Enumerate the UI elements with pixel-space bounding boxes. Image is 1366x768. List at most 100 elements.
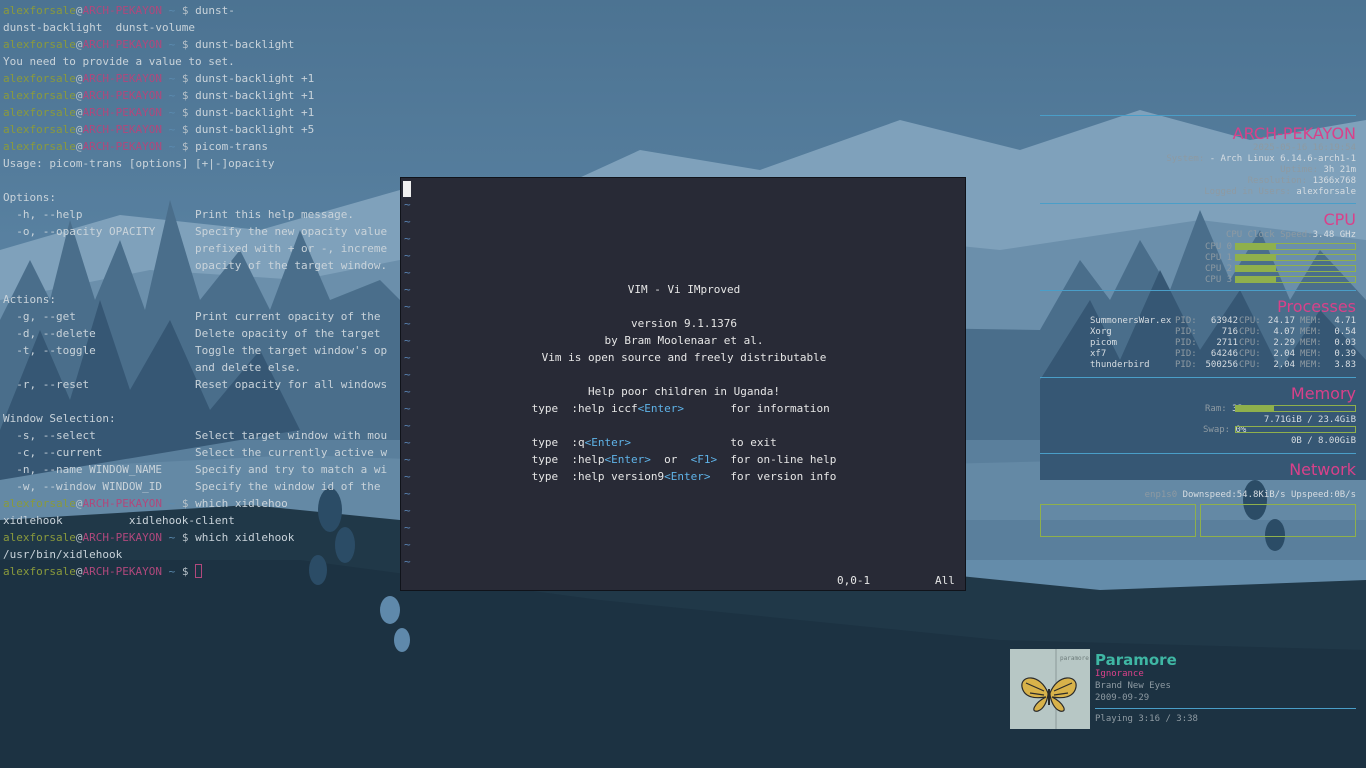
ram-label: Ram: [1205, 404, 1227, 414]
vim-intro-line: Vim is open source and freely distributa… [401, 351, 967, 364]
vim-intro-line: by Bram Moolenaar et al. [401, 334, 967, 347]
vim-tilde: ~ [404, 215, 411, 228]
cpu-core-bar [1235, 243, 1356, 250]
resolution-value: 1366x768 [1312, 176, 1356, 186]
command-text: dunst-backlight +5 [195, 123, 315, 136]
mem-label: MEM: [1300, 316, 1322, 326]
process-pid: 716 [1221, 327, 1238, 337]
downspeed-label: Downspeed: [1182, 490, 1237, 500]
vim-tilde: ~ [404, 300, 411, 313]
terminal-command-line: alexforsale@ARCH-PEKAYON ~ $ dunst-backl… [3, 36, 703, 53]
ram-bar [1235, 405, 1356, 412]
terminal-command-line: alexforsale@ARCH-PEKAYON ~ $ dunst-backl… [3, 87, 703, 104]
cpu-core-bar-fill [1236, 266, 1277, 271]
vim-tilde: ~ [404, 232, 411, 245]
vim-window[interactable]: ~ ~ ~ ~ ~ ~ ~ ~ ~ ~ ~ ~ ~ ~ ~ ~ ~ ~ ~ ~ ~ ~ VIM - Vi IMproved… [400, 177, 966, 591]
cpu-core-bar [1235, 265, 1356, 272]
command-text: dunst- [195, 4, 235, 17]
process-name: picom [1090, 338, 1118, 348]
vim-intro-text: Help poor children in Uganda! [587, 385, 781, 398]
swap-detail: 0B / 8.00GiB [1290, 436, 1356, 446]
prompt-user: alexforsale [3, 565, 76, 578]
network-title: Network [1289, 460, 1356, 479]
terminal-command-line: alexforsale@ARCH-PEKAYON ~ $ dunst-backl… [3, 121, 703, 138]
release-date: 2009-09-29 [1095, 693, 1150, 703]
cpu-core-bar [1235, 276, 1356, 283]
resolution-label: Resolution: [1247, 176, 1308, 186]
cpu-core-bar-fill [1236, 255, 1277, 260]
users-value: alexforsale [1296, 187, 1356, 197]
process-cpu: 24.17 [1267, 316, 1295, 326]
vim-intro-line: type :help<Enter> or <F1> for on-line he… [401, 453, 967, 466]
pid-label: PID: [1175, 349, 1197, 359]
process-cpu: 2.04 [1273, 349, 1295, 359]
vim-intro-text: by Bram Moolenaar et al. [604, 334, 764, 347]
cpu-label: CPU: [1239, 349, 1261, 359]
process-cpu: 2.29 [1273, 338, 1295, 348]
process-pid: 500256 [1205, 360, 1238, 370]
command-text: dunst-backlight +1 [195, 72, 315, 85]
prompt-host: ARCH-PEKAYON [82, 38, 162, 51]
vim-intro-text: or [650, 453, 691, 466]
prompt-host: ARCH-PEKAYON [82, 106, 162, 119]
mem-label: MEM: [1300, 349, 1322, 359]
prompt-user: alexforsale [3, 531, 76, 544]
separator [1040, 290, 1356, 291]
vim-key-hint: <Enter> [637, 402, 684, 415]
terminal-command-line: alexforsale@ARCH-PEKAYON ~ $ dunst-backl… [3, 104, 703, 121]
prompt-host: ARCH-PEKAYON [82, 497, 162, 510]
uptime-info: Uptime: 3h 21m [1280, 165, 1356, 175]
process-name: xf7 [1090, 349, 1107, 359]
vim-intro-text: for version info [710, 470, 837, 483]
cpu-label: CPU: [1239, 316, 1261, 326]
prompt-host: ARCH-PEKAYON [82, 89, 162, 102]
memory-title: Memory [1290, 384, 1356, 403]
playback-status: Playing 3:16 / 3:38 [1095, 714, 1198, 724]
vim-key-hint: <F1> [690, 453, 718, 466]
upspeed-graph [1200, 504, 1356, 537]
downspeed-value: 54.8KiB/s [1236, 490, 1286, 500]
datetime: 2025-05-16 16:19:54 [1253, 143, 1356, 153]
process-name: SummonersWar.ex [1090, 316, 1172, 326]
vim-intro-text: type :help version9 [531, 470, 665, 483]
prompt-host: ARCH-PEKAYON [82, 565, 162, 578]
hostname-title: ARCH-PEKAYON [1232, 124, 1356, 143]
cpu-label: CPU: [1239, 360, 1261, 370]
prompt-user: alexforsale [3, 38, 76, 51]
vim-tilde: ~ [404, 266, 411, 279]
terminal-output-line: Usage: picom-trans [options] [+|-]opacit… [3, 157, 275, 170]
process-mem: 3.83 [1334, 360, 1356, 370]
mem-label: MEM: [1300, 327, 1322, 337]
music-separator [1095, 708, 1356, 709]
command-text: which xidlehoo [195, 497, 288, 510]
vim-tilde: ~ [404, 521, 411, 534]
vim-scroll-indicator: All [935, 574, 955, 587]
vim-intro-line: VIM - Vi IMproved [401, 283, 967, 296]
separator [1040, 453, 1356, 454]
prompt-user: alexforsale [3, 106, 76, 119]
artist-name: Paramore [1095, 651, 1177, 669]
process-pid: 2711 [1216, 338, 1238, 348]
system-label: System: [1166, 154, 1205, 164]
terminal-command-line: alexforsale@ARCH-PEKAYON ~ $ dunst- [3, 2, 703, 19]
vim-tilde: ~ [404, 419, 411, 432]
vim-cursor-position: 0,0-1 [837, 574, 871, 587]
prompt-host: ARCH-PEKAYON [82, 72, 162, 85]
prompt-host: ARCH-PEKAYON [82, 531, 162, 544]
cpu-core-bar-fill [1236, 244, 1277, 249]
